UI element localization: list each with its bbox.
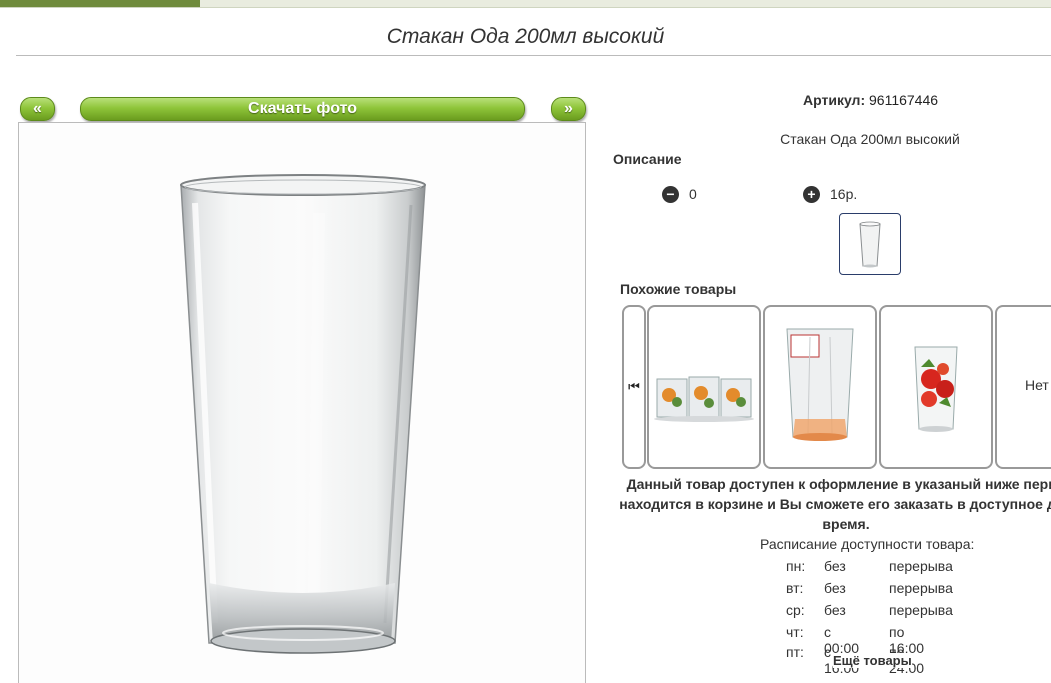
tall-glass-image xyxy=(180,174,426,654)
schedule-to: перерыва xyxy=(889,602,953,618)
schedule-day: пт: xyxy=(786,644,804,660)
no-image-label: Нет xyxy=(1025,377,1049,393)
top-nav-strip[interactable] xyxy=(0,0,1051,8)
minus-circle-icon: − xyxy=(662,185,679,203)
prev-photo-button[interactable]: « xyxy=(20,97,55,121)
page-title: Стакан Ода 200мл высокий xyxy=(386,25,665,48)
similar-product-card[interactable]: Нет xyxy=(995,305,1051,469)
schedule-from: без xyxy=(824,602,846,618)
schedule-heading: Расписание доступности товара: xyxy=(760,536,975,552)
vote-down-button[interactable]: − 0 xyxy=(662,184,697,204)
nav-accent xyxy=(0,0,200,7)
schedule-day: чт: xyxy=(786,624,804,640)
glass-set-product-image xyxy=(654,376,754,422)
article-label: Артикул: xyxy=(803,92,866,108)
plus-circle-icon: + xyxy=(803,185,820,203)
product-photo[interactable] xyxy=(18,122,586,683)
article-row: Артикул: 961167446 xyxy=(803,92,938,108)
product-thumbnail[interactable] xyxy=(839,213,901,275)
next-photo-button[interactable]: » xyxy=(551,97,586,121)
notice-line: Данный товар доступен к оформление в ука… xyxy=(626,476,1051,492)
schedule-from: без xyxy=(824,580,846,596)
schedule-to: перерыва xyxy=(889,580,953,596)
similar-product-card[interactable] xyxy=(879,305,993,469)
description-text: Стакан Ода 200мл высокий xyxy=(780,131,960,147)
title-divider xyxy=(16,55,1051,56)
description-heading: Описание xyxy=(613,151,682,167)
schedule-to: перерыва xyxy=(889,558,953,574)
strawberry-glass-product-image xyxy=(914,346,958,432)
schedule-from: без xyxy=(824,558,846,574)
similar-product-card[interactable] xyxy=(763,305,877,469)
vote-up-button[interactable]: + 16р. xyxy=(803,184,857,204)
schedule-day: ср: xyxy=(786,602,805,618)
availability-notice: Данный товар доступен к оформление в ука… xyxy=(586,474,1051,534)
similar-products-heading: Похожие товары xyxy=(620,281,737,297)
skip-back-icon: ⏮ xyxy=(628,379,640,394)
notice-line: время. xyxy=(822,516,870,532)
vote-up-count: 16р. xyxy=(830,186,858,202)
more-products-link[interactable]: Ещё товары xyxy=(833,653,912,668)
carousel-prev-button[interactable]: ⏮ xyxy=(622,305,646,469)
notice-line: находится в корзине и Вы сможете его зак… xyxy=(619,496,1051,512)
faceted-orange-glass-product-image xyxy=(786,328,854,441)
schedule-day: вт: xyxy=(786,580,804,596)
download-photo-button[interactable]: Скачать фото xyxy=(80,97,525,121)
glass-thumbnail-icon xyxy=(859,221,881,268)
similar-product-card[interactable] xyxy=(647,305,761,469)
schedule-day: пн: xyxy=(786,558,806,574)
vote-down-count: 0 xyxy=(689,186,697,202)
article-value: 961167446 xyxy=(869,92,939,108)
